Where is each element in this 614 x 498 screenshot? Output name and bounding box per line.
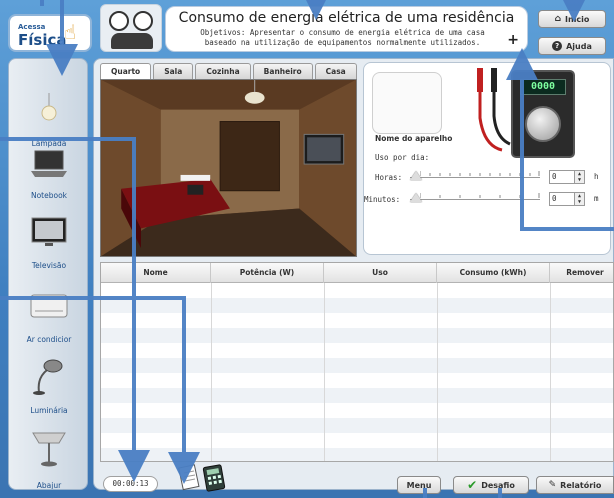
pointing-hand-icon: ☝ (64, 20, 77, 44)
desafio-button[interactable]: ✔ Desafio (453, 476, 529, 494)
tab-quarto[interactable]: Quarto (100, 63, 152, 79)
page-title: Consumo de energia elétrica de uma resid… (178, 10, 515, 26)
horas-value: 0 (552, 172, 557, 181)
col-header-uso[interactable]: Uso (324, 263, 437, 283)
menu-label: Menu (406, 480, 432, 490)
horas-slider[interactable] (410, 171, 540, 181)
notepad-icon[interactable] (178, 464, 202, 492)
scientists-illustration (100, 4, 162, 52)
relatorio-label: Relatório (560, 480, 602, 490)
checkmark-icon: ✔ (467, 478, 478, 492)
horas-unit: h (594, 172, 599, 181)
horas-label: Horas: (375, 173, 403, 182)
tab-banheiro[interactable]: Banheiro (252, 63, 313, 79)
acessa-fisica-logo: Acessa Física ☝ (8, 14, 92, 52)
laptop-icon (31, 150, 67, 177)
table-lamp-icon (32, 432, 66, 467)
consumption-table: Nome Potência (W) Uso Consumo (kWh) Remo… (100, 262, 614, 462)
tab-sala[interactable]: Sala (153, 63, 194, 79)
device-name-label: Nome do aparelho (375, 134, 453, 143)
pencil-icon: ✎ (548, 480, 557, 490)
sidebar-item-label: Luminária (30, 406, 68, 415)
objective-line1: Objetivos: Apresentar o consumo de energ… (200, 28, 485, 37)
minutos-slider-thumb[interactable] (410, 193, 422, 202)
room-tabs: Quarto Sala Cozinha Banheiro Casa (100, 63, 357, 79)
minutos-stepper-arrows[interactable]: ▲ ▼ (574, 193, 584, 205)
col-header-consumo[interactable]: Consumo (kWh) (437, 263, 550, 283)
tab-cozinha[interactable]: Cozinha (195, 63, 251, 79)
sidebar-item-lampada[interactable]: Lâmpada (9, 79, 87, 159)
minutos-value: 0 (552, 194, 557, 203)
col-header-nome[interactable]: Nome (101, 263, 211, 283)
help-icon: ? (552, 41, 563, 51)
air-conditioner-icon (30, 294, 68, 318)
relatorio-button[interactable]: ✎ Relatório (536, 476, 614, 494)
sidebar-item-abajur[interactable]: Abajur (9, 425, 87, 490)
minutos-unit: m (594, 194, 599, 203)
inicio-button[interactable]: ⌂ Início (538, 10, 606, 28)
desk-lamp-icon (33, 359, 63, 395)
horas-slider-thumb[interactable] (410, 171, 422, 180)
appliance-sidebar: Lâmpada Notebook Televisão Ar condicior … (8, 58, 88, 490)
sidebar-item-label: Notebook (30, 191, 68, 200)
menu-button[interactable]: Menu (397, 476, 441, 494)
lamp-icon (41, 93, 57, 121)
horas-stepper[interactable]: 0 ▲ ▼ (549, 170, 585, 184)
minutos-label: Minutos: (364, 195, 401, 204)
sidebar-item-label: Televisão (31, 261, 67, 270)
tab-casa[interactable]: Casa (314, 63, 357, 79)
horas-stepper-arrows[interactable]: ▲ ▼ (574, 171, 584, 183)
logo-line2: Física (18, 31, 67, 49)
ajuda-label: Ajuda (566, 41, 592, 51)
objectives-text: Objetivos: Apresentar o consumo de energ… (182, 28, 503, 48)
multimeter-knob-icon (525, 106, 561, 142)
sidebar-item-label: Lâmpada (31, 139, 67, 148)
home-icon: ⌂ (554, 14, 562, 24)
sidebar-item-label: Ar condicior (26, 335, 72, 344)
minutos-stepper[interactable]: 0 ▲ ▼ (549, 192, 585, 206)
minutos-slider[interactable] (410, 193, 540, 203)
device-image-placeholder (372, 72, 442, 134)
inicio-label: Início (565, 14, 590, 24)
objective-line2: baseado na utilização de equipamentos no… (204, 38, 481, 47)
uso-label: Uso por dia: (375, 153, 430, 162)
expand-plus-button[interactable]: + (507, 32, 519, 48)
col-header-remover[interactable]: Remover (550, 263, 613, 283)
multimeter-display: 0000 (520, 79, 566, 95)
ajuda-button[interactable]: ? Ajuda (538, 37, 606, 55)
desafio-label: Desafio (481, 480, 515, 490)
sidebar-item-televisao[interactable]: Televisão (9, 217, 87, 277)
bedroom-scene[interactable] (100, 79, 357, 257)
sidebar-item-ar-condicionado[interactable]: Ar condicior (9, 287, 87, 347)
tv-icon (31, 217, 67, 246)
col-header-potencia[interactable]: Potência (W) (211, 263, 324, 283)
logo-line1: Acessa (18, 23, 46, 31)
calculator-icon[interactable] (202, 464, 228, 492)
timer-display: 00:00:13 (103, 476, 158, 492)
sidebar-item-luminaria[interactable]: Luminária (9, 354, 87, 424)
multimeter-probes (477, 68, 511, 152)
table-header-row: Nome Potência (W) Uso Consumo (kWh) Remo… (101, 263, 613, 283)
title-panel: Consumo de energia elétrica de uma resid… (165, 6, 528, 52)
multimeter: 0000 (511, 70, 575, 158)
sidebar-item-label: Abajur (36, 481, 62, 490)
sidebar-item-notebook[interactable]: Notebook (9, 149, 87, 209)
